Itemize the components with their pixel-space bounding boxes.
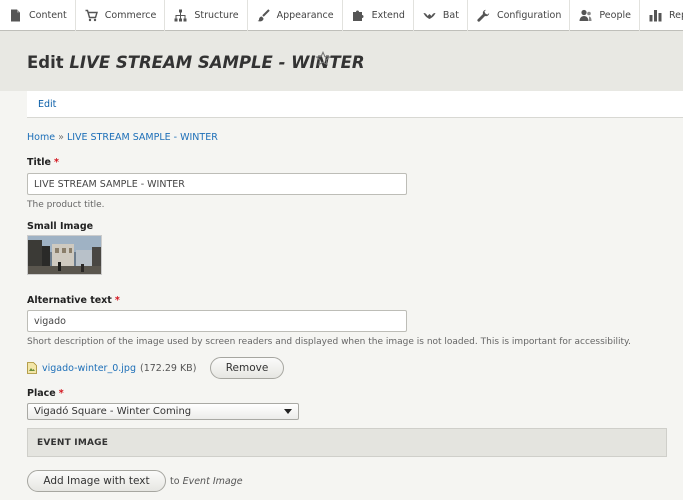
required-marker: *	[114, 295, 120, 306]
title-label-text: Title	[27, 157, 51, 168]
alt-text-label: Alternative text *	[27, 295, 120, 306]
breadcrumb-current-link[interactable]: LIVE STREAM SAMPLE - WINTER	[67, 132, 218, 143]
puzzle-icon	[352, 9, 365, 22]
toolbar-item-configuration[interactable]: Configuration	[468, 0, 571, 31]
event-image-fieldset: EVENT IMAGE	[27, 428, 667, 457]
file-row: vigado-winter_0.jpg (172.29 KB)	[27, 356, 196, 380]
required-marker: *	[53, 157, 59, 168]
main-content: Home » LIVE STREAM SAMPLE - WINTER Title…	[0, 118, 683, 500]
toolbar-item-people[interactable]: People	[570, 0, 640, 31]
file-link[interactable]: vigado-winter_0.jpg	[42, 363, 136, 374]
title-input[interactable]	[27, 173, 407, 195]
breadcrumb: Home » LIVE STREAM SAMPLE - WINTER	[27, 132, 218, 143]
toolbar-item-label: Commerce	[104, 10, 157, 21]
alt-text-label-text: Alternative text	[27, 295, 112, 306]
small-image-thumbnail[interactable]	[27, 235, 102, 275]
event-image-legend: EVENT IMAGE	[37, 438, 109, 448]
title-label: Title *	[27, 157, 59, 168]
cart-icon	[85, 9, 98, 22]
add-target-text: to Event Image	[170, 476, 243, 487]
toolbar-item-label: Appearance	[276, 10, 334, 21]
place-select[interactable]: Vigadó Square - Winter Coming	[27, 403, 299, 420]
toolbar-item-label: Reports	[668, 10, 683, 21]
toolbar-item-label: People	[599, 10, 631, 21]
toolbar-item-label: Structure	[194, 10, 239, 21]
toolbar-item-reports[interactable]: Reports	[640, 0, 683, 31]
image-file-icon	[27, 362, 37, 374]
toolbar-item-label: Configuration	[496, 10, 562, 21]
sitemap-icon	[174, 9, 187, 22]
toolbar-item-extend[interactable]: Extend	[343, 0, 414, 31]
bat-icon	[423, 9, 436, 22]
people-icon	[579, 9, 592, 22]
bar-chart-icon	[649, 9, 662, 22]
star-icon[interactable]	[315, 51, 331, 67]
toolbar-item-structure[interactable]: Structure	[165, 0, 248, 31]
page-icon	[9, 9, 22, 22]
brush-icon	[257, 9, 270, 22]
to-target: Event Image	[182, 476, 243, 487]
place-label: Place *	[27, 388, 64, 399]
toolbar-item-appearance[interactable]: Appearance	[248, 0, 343, 31]
toolbar-item-label: Bat	[442, 10, 459, 21]
required-marker: *	[58, 388, 64, 399]
wrench-icon	[477, 9, 490, 22]
tab-edit[interactable]: Edit	[38, 99, 56, 110]
page-header: Edit LIVE STREAM SAMPLE - WINTER	[0, 31, 683, 91]
toolbar-item-commerce[interactable]: Commerce	[76, 0, 166, 31]
place-label-text: Place	[27, 388, 56, 399]
title-description: The product title.	[27, 200, 105, 210]
place-select-value: Vigadó Square - Winter Coming	[34, 406, 192, 417]
page-title-prefix: Edit	[27, 53, 64, 72]
toolbar-item-label: Content	[29, 10, 67, 21]
page-title: Edit LIVE STREAM SAMPLE - WINTER	[27, 53, 365, 72]
alt-text-description: Short description of the image used by s…	[27, 337, 631, 347]
alt-text-input[interactable]	[27, 310, 407, 332]
toolbar-item-bat[interactable]: Bat	[414, 0, 468, 31]
toolbar-item-label: Extend	[371, 10, 405, 21]
admin-toolbar: Content Commerce Structure Appearance Ex…	[0, 0, 683, 31]
caret-down-icon	[284, 409, 292, 414]
file-size: (172.29 KB)	[139, 362, 197, 374]
add-image-with-text-button[interactable]: Add Image with text	[27, 470, 166, 492]
toolbar-item-content[interactable]: Content	[0, 0, 76, 31]
remove-button[interactable]: Remove	[210, 357, 284, 379]
breadcrumb-home-link[interactable]: Home	[27, 132, 55, 143]
small-image-label: Small Image	[27, 221, 94, 232]
breadcrumb-separator: »	[58, 132, 64, 143]
to-word: to	[170, 476, 180, 487]
primary-tabs: Edit	[27, 91, 683, 118]
